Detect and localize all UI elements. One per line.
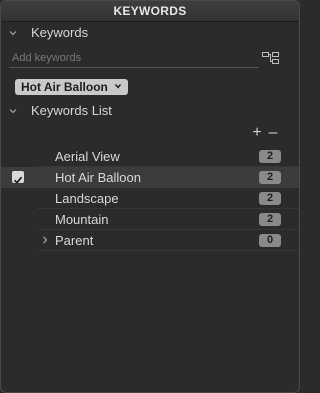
chevron-down-icon[interactable] xyxy=(112,82,123,92)
count-badge: 2 xyxy=(259,213,281,226)
keywords-list: Aerial View 2 Hot Air Balloon 2 Landscap… xyxy=(1,146,299,251)
list-item-label: Landscape xyxy=(55,191,119,206)
list-item[interactable]: Aerial View 2 xyxy=(1,146,299,167)
list-item-label: Hot Air Balloon xyxy=(55,170,141,185)
keywords-panel: KEYWORDS Keywords Hot Air Balloon xyxy=(0,0,300,393)
keyword-token[interactable]: Hot Air Balloon xyxy=(15,79,129,95)
add-keywords-input[interactable] xyxy=(9,49,259,68)
keyword-checkbox[interactable] xyxy=(12,171,24,184)
add-keywords-row xyxy=(1,46,299,72)
keywords-list-toolbar: + – xyxy=(1,122,299,146)
count-badge: 2 xyxy=(259,171,281,184)
applied-keywords-row: Hot Air Balloon xyxy=(1,76,299,100)
list-item[interactable]: Landscape 2 xyxy=(1,188,299,209)
count-badge: 2 xyxy=(259,192,281,205)
list-item-label: Aerial View xyxy=(55,149,120,164)
list-item-label: Parent xyxy=(55,233,94,248)
list-item[interactable]: Mountain 2 xyxy=(1,209,299,230)
add-keyword-button[interactable]: + xyxy=(250,124,264,142)
keywords-list-section-header[interactable]: Keywords List xyxy=(1,100,299,122)
keywords-section-label: Keywords xyxy=(31,25,89,40)
chevron-down-icon[interactable] xyxy=(8,100,18,122)
list-item[interactable]: Hot Air Balloon 2 xyxy=(1,167,299,188)
row-divider xyxy=(37,250,299,251)
chevron-right-icon[interactable] xyxy=(41,230,49,251)
count-badge: 0 xyxy=(259,234,281,247)
count-badge: 2 xyxy=(259,150,281,163)
list-item[interactable]: Parent 0 xyxy=(1,230,299,251)
chevron-down-icon[interactable] xyxy=(8,22,18,44)
tree-view-icon[interactable] xyxy=(261,50,281,66)
keywords-section-header[interactable]: Keywords xyxy=(1,22,299,44)
checkmark-icon xyxy=(13,176,23,184)
keyword-token-label: Hot Air Balloon xyxy=(21,80,108,94)
keywords-list-section-label: Keywords List xyxy=(31,103,112,118)
panel-title: KEYWORDS xyxy=(1,1,299,22)
list-item-label: Mountain xyxy=(55,212,109,227)
remove-keyword-button[interactable]: – xyxy=(266,124,280,142)
